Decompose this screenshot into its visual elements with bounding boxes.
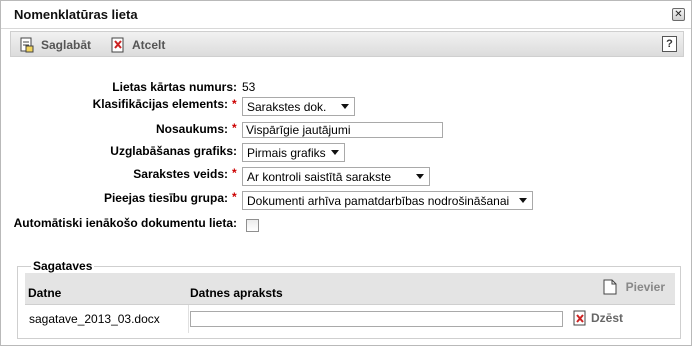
correspondence-type-label: Sarakstes veids: bbox=[133, 167, 228, 181]
cancel-label: Atcelt bbox=[132, 37, 166, 52]
correspondence-type-value: Ar kontroli saistītā sarakste bbox=[247, 170, 392, 184]
title-bar: Nomenklatūras lieta ✕ bbox=[1, 1, 691, 29]
delete-document-icon bbox=[572, 310, 588, 326]
help-icon[interactable]: ? bbox=[662, 36, 677, 52]
table-row: sagatave_2013_03.docx Dzēst bbox=[25, 305, 675, 333]
classification-value: Sarakstes dok. bbox=[247, 100, 327, 114]
access-group-value: Dokumenti arhīva pamatdarbības nodrošinā… bbox=[247, 194, 510, 208]
name-label: Nosaukums: bbox=[155, 122, 228, 136]
access-group-label: Pieejas tiesību grupa: bbox=[103, 191, 228, 205]
required-marker: * bbox=[232, 121, 237, 135]
classification-select[interactable]: Sarakstes dok. bbox=[242, 97, 355, 116]
storage-schedule-value: Pirmais grafiks bbox=[247, 146, 326, 160]
auto-incoming-checkbox[interactable] bbox=[246, 219, 259, 232]
window-title: Nomenklatūras lieta bbox=[14, 7, 138, 22]
delete-template-label: Dzēst bbox=[591, 311, 624, 325]
access-group-select[interactable]: Dokumenti arhīva pamatdarbības nodrošinā… bbox=[242, 191, 533, 210]
templates-grid-header: Datne Datnes apraksts Pievier bbox=[25, 273, 675, 305]
cancel-button[interactable]: Atcelt bbox=[110, 35, 165, 54]
close-button[interactable]: ✕ bbox=[672, 8, 685, 21]
required-marker: * bbox=[232, 190, 237, 204]
required-marker: * bbox=[232, 97, 237, 111]
storage-schedule-label: Uzglabāšanas grafiks: bbox=[110, 144, 237, 158]
templates-legend: Sagataves bbox=[31, 259, 95, 273]
chevron-down-icon bbox=[519, 198, 527, 203]
add-template-button[interactable]: Pievier bbox=[602, 278, 665, 296]
templates-fieldset: Sagataves Datne Datnes apraksts Pievier … bbox=[17, 259, 681, 339]
case-number-label: Lietas kārtas numurs: bbox=[112, 80, 237, 94]
auto-incoming-label: Automātiski ienākošo dokumentu lieta: bbox=[13, 216, 237, 230]
correspondence-type-select[interactable]: Ar kontroli saistītā sarakste bbox=[242, 167, 430, 186]
add-document-icon bbox=[602, 279, 618, 295]
save-button[interactable]: Saglabāt bbox=[19, 35, 91, 54]
delete-template-button[interactable]: Dzēst bbox=[572, 309, 623, 327]
classification-label: Klasifikācijas elements: bbox=[92, 97, 228, 111]
template-description-field[interactable] bbox=[190, 311, 563, 327]
column-header-file: Datne bbox=[28, 286, 62, 300]
chevron-down-icon bbox=[416, 174, 424, 179]
required-marker: * bbox=[232, 166, 237, 180]
dialog-window: Nomenklatūras lieta ✕ Saglabāt Atcelt ? … bbox=[0, 0, 692, 346]
save-label: Saglabāt bbox=[41, 37, 92, 52]
storage-schedule-select[interactable]: Pirmais grafiks bbox=[242, 143, 345, 162]
add-template-label: Pievier bbox=[625, 280, 665, 294]
cancel-document-icon bbox=[110, 37, 126, 53]
column-header-description: Datnes apraksts bbox=[190, 286, 283, 300]
name-field[interactable] bbox=[242, 122, 443, 138]
toolbar: Saglabāt Atcelt ? bbox=[10, 31, 684, 57]
chevron-down-icon bbox=[331, 150, 339, 155]
case-number-value: 53 bbox=[242, 80, 256, 94]
template-file-name: sagatave_2013_03.docx bbox=[25, 305, 189, 333]
chevron-down-icon bbox=[341, 104, 349, 109]
save-document-icon bbox=[19, 37, 35, 53]
